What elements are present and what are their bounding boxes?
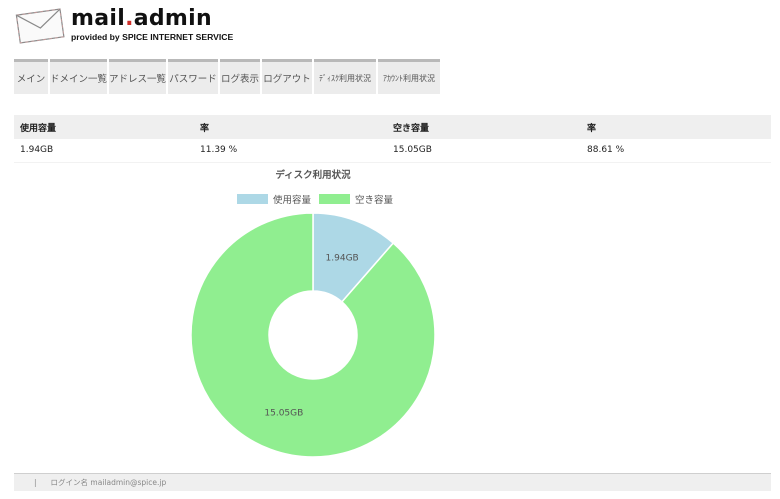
footer-separator: |	[34, 478, 37, 487]
data-label-free: 15.05GB	[264, 409, 303, 419]
footer: | ログイン名 mailadmin@spice.jp	[14, 473, 771, 491]
pie-slice-free[interactable]	[190, 212, 436, 458]
login-name-text: ログイン名 mailadmin@spice.jp	[50, 478, 167, 487]
data-label-used: 1.94GB	[326, 253, 359, 263]
disk-usage-doughnut-chart: 1.94GB 15.05GB	[190, 212, 436, 458]
